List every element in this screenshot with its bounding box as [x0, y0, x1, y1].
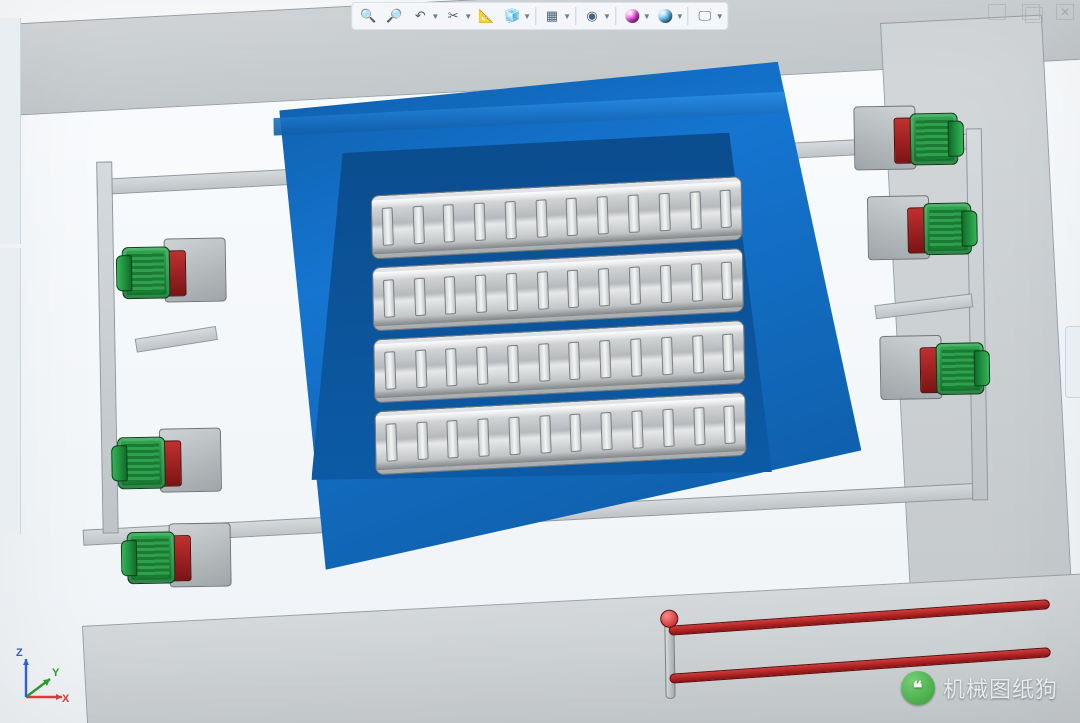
motor-left-1 — [115, 231, 226, 313]
display-style-icon: ▦ — [546, 8, 558, 24]
watermark-text: 机械图纸狗 — [943, 672, 1058, 704]
view-settings-icon: 🖵 — [698, 8, 711, 24]
task-pane-tab[interactable] — [1065, 326, 1080, 398]
watermark: ❝ 机械图纸狗 — [901, 671, 1058, 705]
motor-right-3 — [879, 328, 990, 410]
prev-view-icon: ↶ — [415, 8, 426, 24]
dropdown-caret-icon[interactable]: ▼ — [643, 12, 651, 21]
dynamic-annot-icon: 📐 — [478, 8, 494, 24]
zoom-fit-icon: 🔍 — [360, 8, 376, 24]
window-controls: ✕ — [988, 4, 1074, 20]
toolbar-separator — [615, 7, 616, 25]
dropdown-caret-icon[interactable]: ▼ — [431, 12, 439, 21]
appearance-button[interactable] — [620, 5, 644, 27]
roller-2 — [372, 248, 744, 331]
model-stage — [34, 27, 1046, 723]
graphics-viewport[interactable] — [0, 0, 1080, 723]
app-root: 🔍🔎↶▼✂▼📐🧊▼▦▼◉▼▼▼🖵▼ ✕ X Y Z ❝ 机械图纸狗 — [0, 0, 1080, 723]
zoom-area-button[interactable]: 🔎 — [382, 5, 406, 27]
dropdown-caret-icon[interactable]: ▼ — [676, 12, 684, 21]
motor-left-3 — [120, 516, 231, 598]
window-minimize-icon[interactable] — [988, 4, 1006, 20]
hide-show-icon: ◉ — [586, 8, 597, 24]
axis-label-y: Y — [52, 667, 59, 679]
axis-label-z: Z — [16, 647, 23, 659]
dropdown-caret-icon[interactable]: ▼ — [716, 12, 724, 21]
view-orient-button[interactable]: 🧊 — [500, 5, 524, 27]
view-settings-button[interactable]: 🖵 — [693, 5, 717, 27]
scene-icon — [658, 9, 672, 23]
motor-right-1 — [853, 99, 964, 181]
dropdown-caret-icon[interactable]: ▼ — [563, 12, 571, 21]
dynamic-annot-button[interactable]: 📐 — [474, 5, 498, 27]
motor-left-2 — [111, 422, 222, 504]
section-view-icon: ✂ — [448, 8, 459, 24]
scene-button[interactable] — [653, 5, 677, 27]
roller-teeth — [374, 321, 744, 402]
hopper — [215, 60, 864, 571]
window-close-icon[interactable]: ✕ — [1056, 4, 1074, 20]
dropdown-caret-icon[interactable]: ▼ — [603, 12, 611, 21]
frame-bar — [135, 326, 218, 353]
roller-group — [370, 176, 746, 475]
axis-label-x: X — [62, 693, 69, 705]
window-restore-icon[interactable] — [1022, 4, 1040, 20]
feature-manager-tab[interactable] — [0, 18, 21, 244]
motor-right-2 — [867, 188, 978, 270]
view-toolbar: 🔍🔎↶▼✂▼📐🧊▼▦▼◉▼▼▼🖵▼ — [351, 2, 728, 30]
toolbar-separator — [575, 7, 576, 25]
zoom-area-icon: 🔎 — [386, 8, 402, 24]
display-style-button[interactable]: ▦ — [540, 5, 564, 27]
view-orient-icon: 🧊 — [504, 8, 520, 24]
roller-teeth — [373, 249, 743, 330]
wechat-icon: ❝ — [901, 671, 935, 705]
configuration-manager-tab[interactable] — [0, 248, 21, 534]
toolbar-separator — [688, 7, 689, 25]
dropdown-caret-icon[interactable]: ▼ — [464, 12, 472, 21]
roller-3 — [373, 320, 745, 403]
zoom-fit-button[interactable]: 🔍 — [356, 5, 380, 27]
prev-view-button[interactable]: ↶ — [408, 5, 432, 27]
coordinate-triad[interactable]: X Y Z — [14, 649, 74, 709]
hide-show-button[interactable]: ◉ — [580, 5, 604, 27]
section-view-button[interactable]: ✂ — [441, 5, 465, 27]
toolbar-separator — [535, 7, 536, 25]
appearance-icon — [625, 9, 639, 23]
dropdown-caret-icon[interactable]: ▼ — [523, 12, 531, 21]
